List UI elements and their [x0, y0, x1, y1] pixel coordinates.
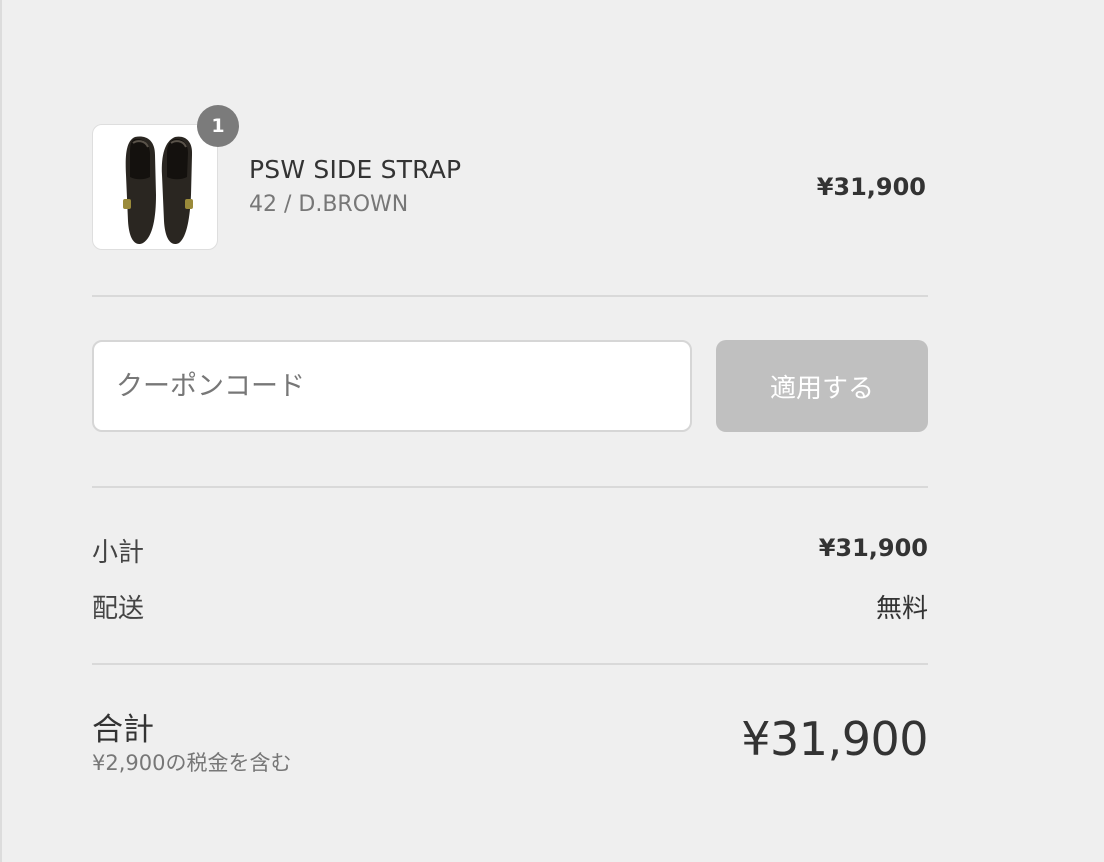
shipping-value: 無料: [875, 594, 928, 624]
divider: [92, 295, 928, 297]
product-variant: 42 / D.BROWN: [249, 192, 409, 217]
product-thumbnail: 1: [92, 105, 239, 250]
product-name: PSW SIDE STRAP: [249, 155, 462, 184]
total-label: 合計: [92, 712, 154, 748]
coupon-code-input[interactable]: [92, 340, 692, 432]
shipping-label: 配送: [92, 594, 145, 624]
line-item: 1 PSW SIDE STRAP 42 / D.BROWN ¥31,900: [90, 105, 928, 252]
subtotal-label: 小計: [92, 538, 145, 568]
total-value: ¥31,900: [741, 712, 928, 766]
order-summary-page: 1 PSW SIDE STRAP 42 / D.BROWN ¥31,900 適用…: [0, 0, 1104, 862]
tax-note: ¥2,900の税金を含む: [92, 751, 292, 775]
loafer-shoes-image: [123, 136, 193, 245]
quantity-badge: 1: [197, 105, 239, 147]
apply-coupon-button[interactable]: 適用する: [716, 340, 928, 432]
divider: [92, 486, 928, 488]
product-price: ¥31,900: [816, 173, 926, 201]
subtotal-value: ¥31,900: [818, 534, 928, 562]
divider: [92, 663, 928, 665]
